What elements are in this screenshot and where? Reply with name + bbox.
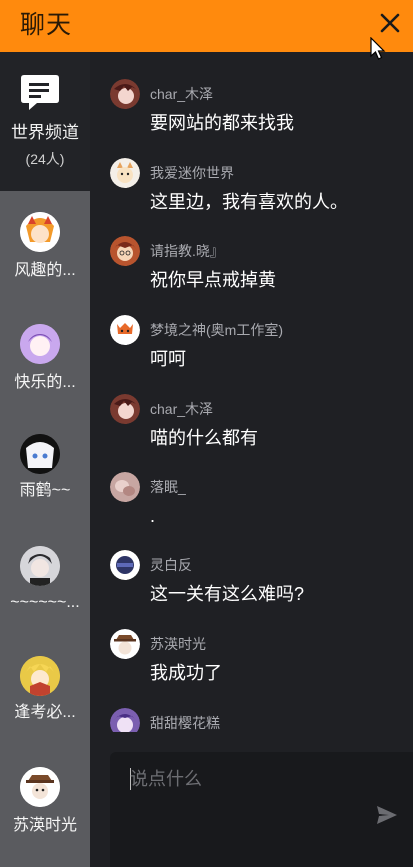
- avatar: [110, 158, 140, 188]
- message-author: char_木泽: [150, 401, 214, 417]
- avatar: [110, 394, 140, 424]
- contact-name: 雨鹤~~: [19, 482, 71, 499]
- contact-name: 逢考必...: [14, 704, 76, 721]
- avatar: [110, 472, 140, 502]
- message-input[interactable]: [130, 764, 370, 794]
- list-item: 甜甜樱花糕: [110, 708, 410, 732]
- contact-name: 苏渶时光: [12, 817, 77, 834]
- message-composer: [110, 752, 413, 867]
- close-button[interactable]: [375, 8, 405, 38]
- chat-bubble-icon: [21, 75, 59, 110]
- sidebar-item-contact[interactable]: 快乐的...: [0, 314, 90, 426]
- contact-name: 快乐的...: [14, 374, 76, 391]
- avatar: [20, 434, 60, 474]
- sidebar-item-contact[interactable]: 逢考必...: [0, 650, 90, 762]
- channel-sidebar: 世界频道 (24人) 风趣的... 快乐的... 雨鹤~~ ~~~~~~... …: [0, 52, 90, 867]
- avatar: [110, 629, 140, 659]
- avatar: [20, 546, 60, 586]
- avatar: [110, 550, 140, 580]
- message-author: 请指教.晓』: [150, 243, 224, 259]
- avatar: [110, 708, 140, 732]
- send-button[interactable]: [375, 804, 399, 826]
- avatar: [110, 315, 140, 345]
- list-item: char_木泽 要网站的都来找我: [110, 79, 410, 153]
- message-text: 喵的什么都有: [150, 428, 258, 448]
- list-item: 梦境之神(奥m工作室) 呵呵: [110, 315, 410, 389]
- list-item: 请指教.晓』 祝你早点戒掉黄: [110, 236, 410, 310]
- page-title: 聊天: [20, 11, 73, 39]
- message-list[interactable]: char_木泽 要网站的都来找我 我爱迷你世界 这里边，我有喜欢的人。 请指教.…: [90, 52, 413, 732]
- message-author: 灵白反: [150, 557, 192, 573]
- message-author: 甜甜樱花糕: [150, 715, 220, 731]
- header-bar: 聊天: [0, 0, 413, 60]
- contact-name: ~~~~~~...: [10, 594, 80, 611]
- message-author: char_木泽: [150, 86, 214, 102]
- avatar: [20, 212, 60, 252]
- message-text: 祝你早点戒掉黄: [150, 270, 276, 290]
- sidebar-item-contact[interactable]: 风趣的...: [0, 202, 90, 314]
- message-text: .: [150, 506, 156, 526]
- message-text: 我成功了: [150, 663, 222, 683]
- message-author: 落眠_: [150, 479, 186, 495]
- list-item: char_木泽 喵的什么都有: [110, 394, 410, 468]
- sidebar-item-contact[interactable]: ~~~~~~...: [0, 538, 90, 650]
- list-item: 落眠_ .: [110, 472, 410, 546]
- close-icon: [380, 13, 400, 33]
- world-channel-label: 世界频道: [11, 123, 79, 142]
- message-author: 苏渶时光: [150, 636, 206, 652]
- message-text: 这一关有这么难吗?: [150, 584, 305, 604]
- avatar: [20, 324, 60, 364]
- sidebar-item-contact[interactable]: 雨鹤~~: [0, 426, 90, 538]
- sidebar-item-contact[interactable]: 苏渶时光: [0, 755, 90, 867]
- message-author: 梦境之神(奥m工作室): [150, 322, 283, 338]
- avatar: [20, 656, 60, 696]
- avatar: [110, 79, 140, 109]
- list-item: 苏渶时光 我成功了: [110, 629, 410, 703]
- message-text: 这里边，我有喜欢的人。: [150, 192, 348, 212]
- online-count: (24人): [25, 151, 65, 167]
- sidebar-item-world-channel[interactable]: 世界频道 (24人): [0, 52, 90, 191]
- message-author: 我爱迷你世界: [150, 165, 234, 181]
- list-item: 灵白反 这一关有这么难吗?: [110, 550, 410, 624]
- avatar: [20, 767, 60, 807]
- contact-name: 风趣的...: [14, 262, 76, 279]
- avatar: [110, 236, 140, 266]
- list-item: 我爱迷你世界 这里边，我有喜欢的人。: [110, 158, 410, 232]
- send-icon: [377, 806, 397, 824]
- message-text: 要网站的都来找我: [150, 113, 294, 133]
- message-text: 呵呵: [150, 349, 186, 369]
- chat-window: 聊天 世界频道 (24人) 风趣的... 快乐的... 雨鹤~~ ~~~~~~.…: [0, 0, 413, 867]
